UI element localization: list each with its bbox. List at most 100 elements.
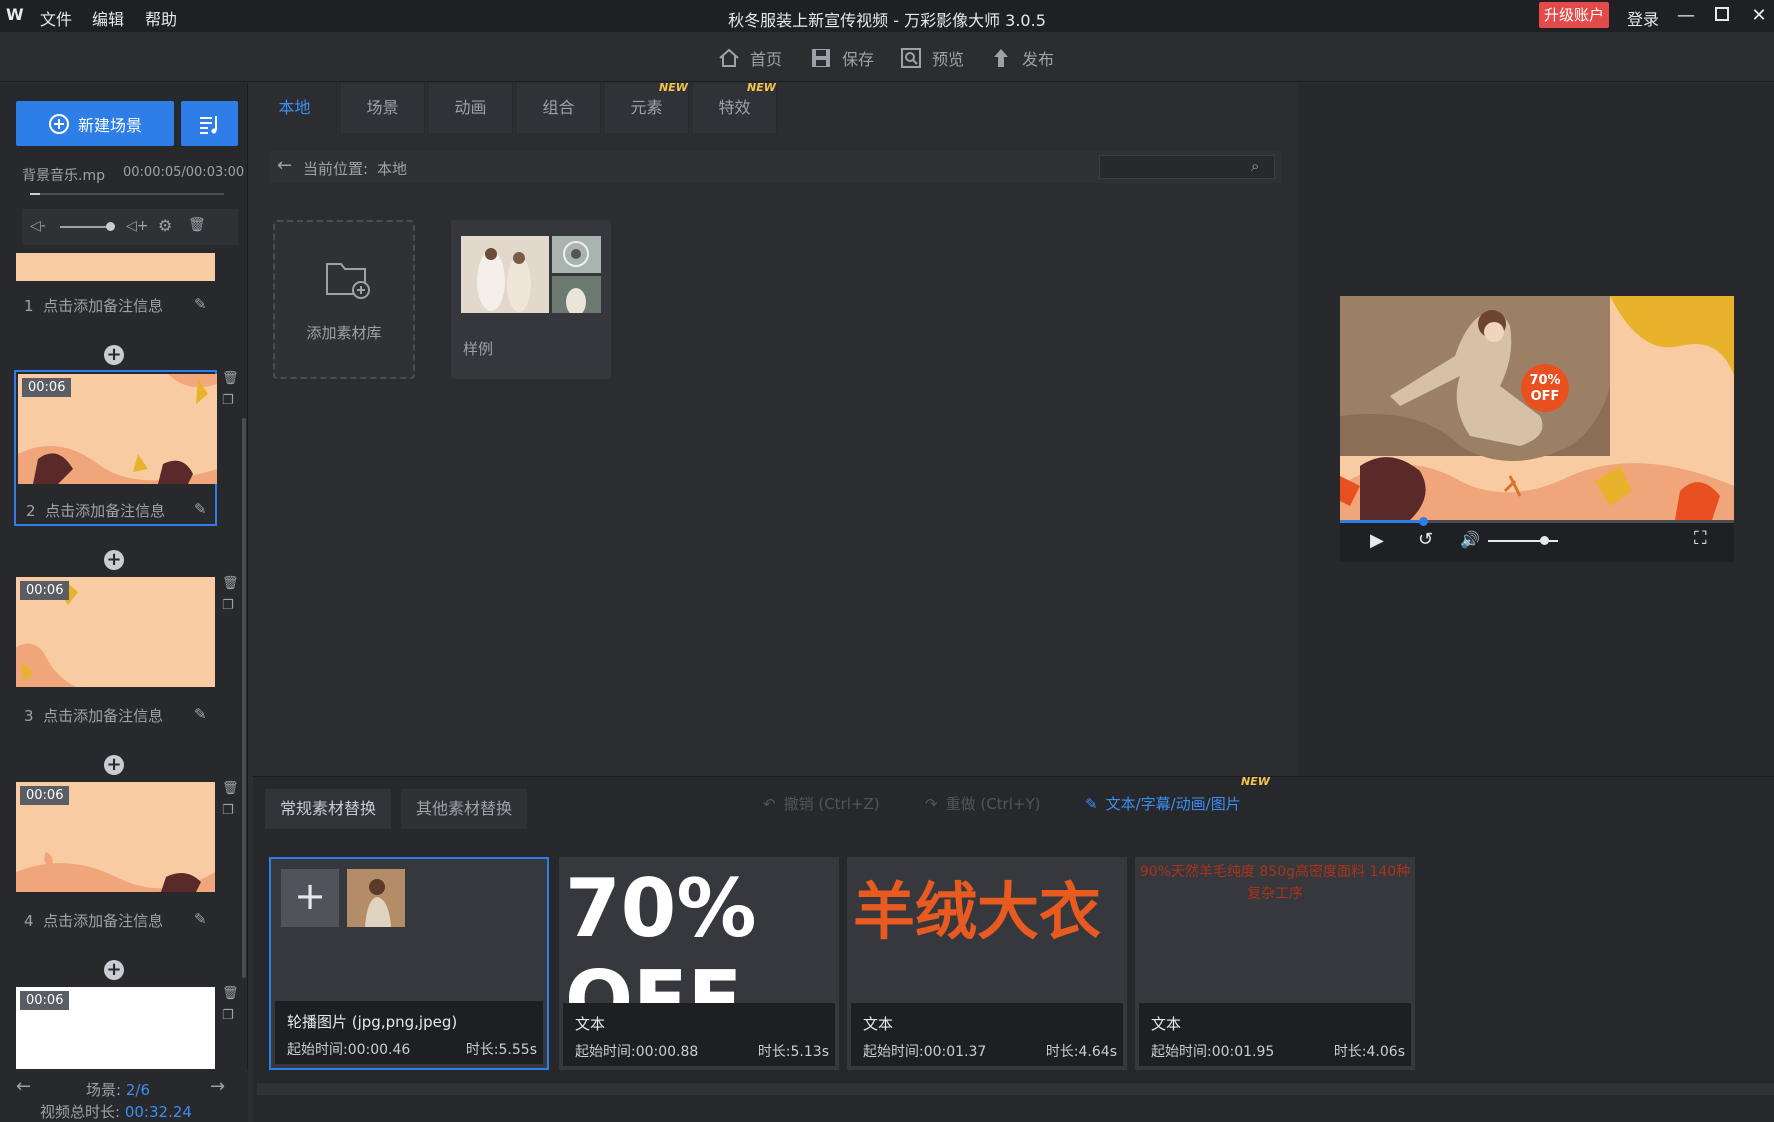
scene-note[interactable]: 点击添加备注信息 [45,502,165,520]
scene-note[interactable]: 点击添加备注信息 [43,297,163,315]
music-volume-knob[interactable] [106,222,115,231]
replace-card-text-3[interactable]: 90%天然羊毛纯度 850g高密度面料 140种复杂工序 文本 起始时间:00:… [1135,857,1415,1070]
tab-other-replace[interactable]: 其他素材替换 [401,789,528,829]
home-icon [719,48,739,67]
search-input[interactable] [1099,155,1275,179]
copy-scene-icon[interactable]: ❐ [222,393,234,408]
card-start-time: 起始时间:00:00.46 [287,1042,411,1058]
back-icon[interactable]: ← [277,155,292,176]
settings-icon[interactable]: ⚙ [158,216,172,235]
scene-card-1[interactable]: 1 点击添加备注信息 ✎ [14,251,217,323]
edit-icon[interactable]: ✎ [194,500,207,518]
sample-folder[interactable]: 样例 [451,220,611,379]
music-controls: ◁- ◁+ ⚙ 🗑 [22,209,238,245]
scene-duration: 00:06 [20,991,70,1010]
tab-local[interactable]: 本地 [253,83,337,133]
fullscreen-icon[interactable]: ⛶ [1694,528,1707,549]
replace-panel: 常规素材替换 其他素材替换 ↶ 撤销 (Ctrl+Z) ↷ 重做 (Ctrl+Y… [253,775,1774,1122]
delete-scene-icon[interactable]: 🗑 [222,986,239,1001]
save-button[interactable]: 保存 [810,46,874,70]
maximize-icon[interactable] [1710,4,1734,28]
new-scene-button[interactable]: 新建场景 [16,101,174,146]
scene-note[interactable]: 点击添加备注信息 [43,707,163,725]
card-type: 轮播图片 (jpg,png,jpeg) [287,1013,458,1031]
volume-knob[interactable] [1540,536,1549,545]
copy-scene-icon[interactable]: ❐ [222,598,234,613]
volume-down-icon[interactable]: ◁- [30,218,46,234]
card-duration: 时长:5.13s [757,1044,829,1060]
scene-scrollbar[interactable] [242,418,246,978]
add-scene-icon[interactable]: + [104,960,124,980]
undo-button[interactable]: ↶ 撤销 (Ctrl+Z) [763,793,880,814]
upgrade-button[interactable]: 升级账户 [1539,2,1609,28]
tab-animation[interactable]: 动画 [429,83,513,133]
copy-scene-icon[interactable]: ❐ [222,1008,234,1023]
redo-button[interactable]: ↷ 重做 (Ctrl+Y) [925,793,1040,814]
tab-scenes[interactable]: 场景 [341,83,425,133]
scene-note[interactable]: 点击添加备注信息 [43,912,163,930]
scene-card-2[interactable]: 00:06 2 点击添加备注信息 ✎ [14,370,217,526]
delete-scene-icon[interactable]: 🗑 [222,781,239,796]
close-icon[interactable]: ✕ [1747,4,1771,28]
menu-edit[interactable]: 编辑 [92,6,124,30]
preview-label: 预览 [932,50,965,69]
volume-up-icon[interactable]: ◁+ [126,218,149,234]
card-text-preview: 90%天然羊毛纯度 850g高密度面料 140种复杂工序 [1139,864,1411,902]
new-badge: NEW [747,81,776,94]
replay-icon[interactable]: ↺ [1418,529,1433,550]
card-start-time: 起始时间:00:01.95 [1151,1044,1275,1060]
upload-icon [994,49,1008,67]
tab-regular-replace[interactable]: 常规素材替换 [265,789,392,829]
tab-group[interactable]: 组合 [517,83,601,133]
play-icon[interactable]: ▶ [1370,530,1384,551]
playback-progress[interactable] [1340,520,1734,523]
delete-scene-icon[interactable]: 🗑 [222,371,239,386]
add-scene-icon[interactable]: + [104,550,124,570]
scene-counter-value: 2/6 [125,1081,150,1099]
edit-icon[interactable]: ✎ [194,910,207,928]
login-button[interactable]: 登录 [1627,6,1659,30]
copy-scene-icon[interactable]: ❐ [222,803,234,818]
new-badge: NEW [1241,775,1270,788]
add-scene-icon[interactable]: + [104,345,124,365]
save-label: 保存 [842,50,875,69]
preview-video[interactable]: 70% OFF [1340,296,1734,520]
folder-add-icon [326,263,370,299]
prev-scene-icon[interactable]: ← [16,1076,31,1097]
scene-list-button[interactable] [181,101,238,146]
edit-icon[interactable]: ✎ [194,295,207,313]
edit-icon[interactable]: ✎ [194,705,207,723]
next-scene-icon[interactable]: → [210,1076,225,1097]
add-scene-icon[interactable]: + [104,755,124,775]
replace-card-text-2[interactable]: 羊绒大衣 文本 起始时间:00:01.37 时长:4.64s [847,857,1127,1070]
delete-scene-icon[interactable]: 🗑 [222,576,239,591]
undo-icon: ↶ [763,794,776,813]
menu-file[interactable]: 文件 [40,6,72,30]
search-icon[interactable]: ⌕ [1251,157,1259,175]
scene-panel: 新建场景 背景音乐.mp 00:00:05/00:03:00 ◁- ◁+ ⚙ 🗑… [0,83,248,1122]
scene-card-3[interactable]: 00:06 3 点击添加备注信息 ✎ [14,575,217,731]
add-library-button[interactable]: 添加素材库 [273,220,415,379]
trash-icon[interactable]: 🗑 [188,217,206,233]
home-button[interactable]: 首页 [718,46,782,70]
scene-card-5[interactable]: 00:06 [14,985,217,1069]
replace-card-carousel[interactable]: + 轮播图片 (jpg,png,jpeg) 起始时间:00:00.46 时长:5… [269,857,549,1070]
window-title: 秋冬服装上新宣传视频 - 万彩影像大师 3.0.5 [728,11,1046,30]
music-progress[interactable] [30,193,224,195]
cards-scrollbar[interactable] [257,1083,1774,1095]
edit-content-link[interactable]: ✎ 文本/字幕/动画/图片 [1085,793,1241,814]
music-volume-slider[interactable] [60,226,110,228]
publish-button[interactable]: 发布 [990,46,1054,70]
replace-card-text-1[interactable]: 70% OFF 文本 起始时间:00:00.88 时长:5.13s [559,857,839,1070]
add-image-icon[interactable]: + [281,869,339,927]
minimize-icon[interactable]: — [1674,4,1698,28]
scene-card-4[interactable]: 00:06 4 点击添加备注信息 ✎ [14,780,217,936]
save-icon [812,49,830,67]
discount-badge-bottom: OFF [1531,389,1560,404]
preview-button[interactable]: 预览 [900,46,964,70]
sample-photo [552,236,601,273]
volume-icon[interactable]: 🔊 [1460,530,1480,549]
scene-counter: 场景: 2/6 [86,1079,150,1100]
menu-help[interactable]: 帮助 [145,6,177,30]
playback-knob[interactable] [1418,517,1428,526]
